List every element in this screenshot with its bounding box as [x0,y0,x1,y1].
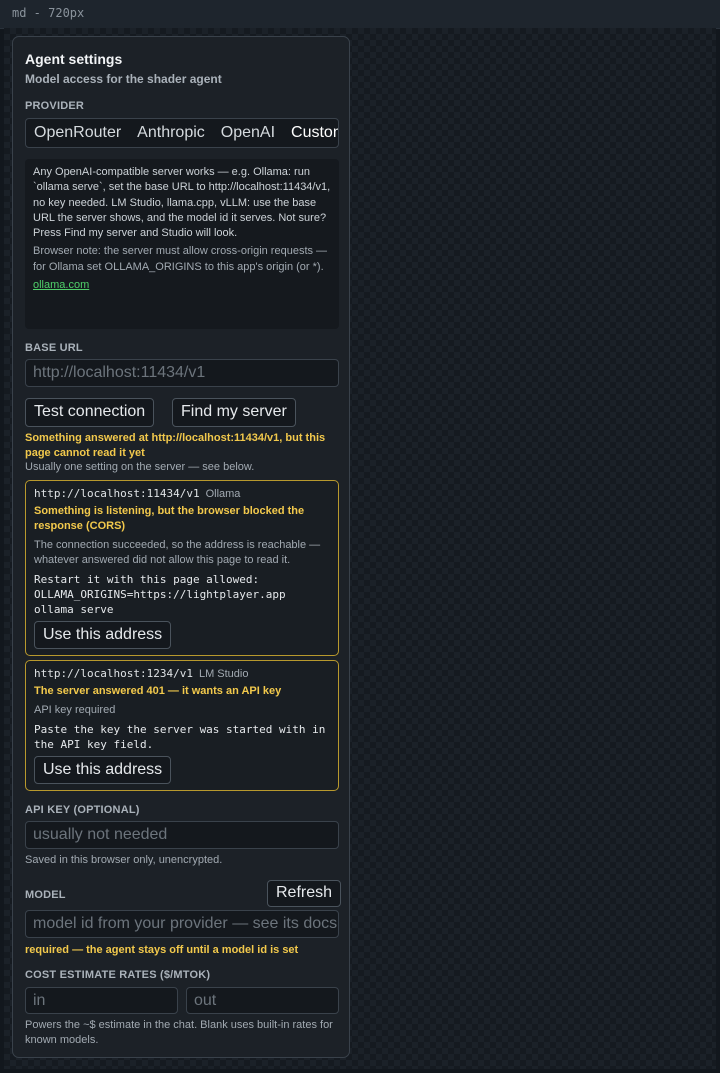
cost-label: COST ESTIMATE RATES ($/MTOK) [25,969,211,981]
tab-custom[interactable]: Custom [283,119,338,147]
find-server-button[interactable]: Find my server [172,398,296,427]
candidate-url: http://localhost:1234/v1 [34,667,193,680]
agent-settings-panel: Agent settings Model access for the shad… [12,36,350,1058]
candidate-detail: API key required [34,703,116,716]
tab-openrouter[interactable]: OpenRouter [26,119,129,147]
candidate-card-lmstudio: http://localhost:1234/v1 LM Studio The se… [25,660,339,791]
candidate-card-ollama: http://localhost:11434/v1 Ollama Somethin… [25,480,339,656]
candidate-warning: The server answered 401 — it wants an AP… [34,685,282,697]
ollama-link[interactable]: ollama.com [33,279,331,291]
model-input[interactable]: model id from your provider — see its do… [25,910,339,938]
viewport-bar: md - 720px [0,0,720,29]
viewport-label: md - 720px [12,6,85,20]
cost-in-input[interactable]: in [25,987,178,1014]
panel-subtitle: Model access for the shader agent [25,72,222,86]
provider-label: PROVIDER [25,100,85,112]
candidate-url: http://localhost:11434/v1 [34,487,200,500]
provider-info: Any OpenAI-compatible server works — e.g… [25,159,339,329]
base-url-label: BASE URL [25,342,83,354]
tab-openai[interactable]: OpenAI [213,119,283,147]
candidate-detail: The connection succeeded, so the address… [34,539,321,566]
refresh-button[interactable]: Refresh [267,880,342,907]
cost-out-input[interactable]: out [186,987,339,1014]
connection-hint: Usually one setting on the server — see … [25,461,255,473]
candidate-warning: Something is listening, but the browser … [34,505,305,532]
use-address-button[interactable]: Use this address [34,621,172,649]
candidate-instructions: Paste the key the server was started wit… [34,722,333,751]
candidate-server: Ollama [205,488,241,500]
model-label: MODEL [25,889,66,901]
tab-anthropic[interactable]: Anthropic [129,119,213,147]
browser-note: Browser note: the server must allow cros… [33,245,328,273]
cost-hint: Powers the ~$ estimate in the chat. Blan… [25,1019,333,1046]
use-address-button[interactable]: Use this address [34,755,172,784]
connection-warning: Something answered at http://localhost:1… [25,432,326,459]
base-url-input[interactable]: http://localhost:11434/v1 [25,359,339,387]
info-text: Any OpenAI-compatible server works — e.g… [33,166,331,240]
api-key-hint: Saved in this browser only, unencrypted. [25,854,223,866]
candidate-server: LM Studio [198,668,249,680]
panel-title: Agent settings [25,51,123,67]
provider-tabs: OpenRouterAnthropicOpenAICustom [25,118,339,148]
model-warning: required — the agent stays off until a m… [25,944,299,956]
api-key-label: API KEY (OPTIONAL) [25,804,140,816]
test-connection-button[interactable]: Test connection [25,398,155,427]
candidate-instructions: Restart it with this page allowed: OLLAM… [34,573,286,616]
api-key-input[interactable]: usually not needed [25,821,339,849]
